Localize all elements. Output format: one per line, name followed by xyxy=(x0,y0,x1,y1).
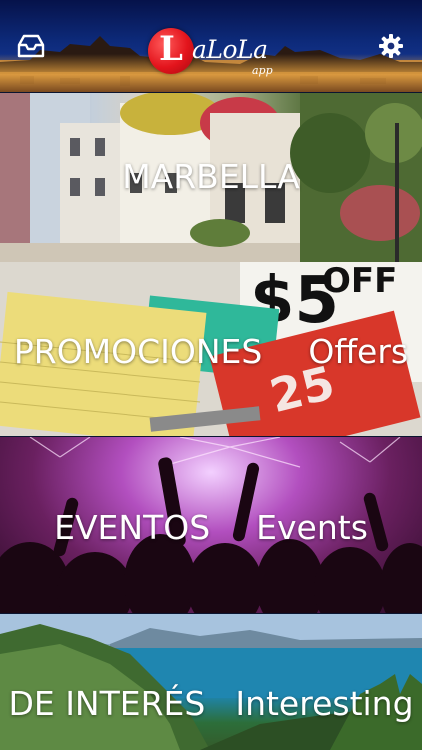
category-eventos[interactable]: EVENTOS Events xyxy=(0,437,422,613)
mail-tray-icon[interactable] xyxy=(16,33,46,59)
category-label: MARBELLA xyxy=(0,151,422,201)
category-title-es: DE INTERÉS xyxy=(8,683,206,723)
category-label: EVENTOS Events xyxy=(0,502,422,552)
category-title-es: EVENTOS xyxy=(54,507,211,547)
lalola-logo: L aLoLa app xyxy=(148,28,278,80)
gear-icon[interactable] xyxy=(378,33,404,59)
category-label: DE INTERÉS Interesting xyxy=(0,678,422,728)
logo-disc: L xyxy=(148,28,194,74)
logo-word: aLoLa xyxy=(192,35,268,64)
category-title-en: Offers xyxy=(308,331,409,371)
category-title-en: Interesting xyxy=(235,683,414,723)
category-marbella[interactable]: MARBELLA xyxy=(0,93,422,262)
category-title-en: Events xyxy=(256,507,368,547)
logo-letter: L xyxy=(159,29,183,69)
category-label: PROMOCIONES Offers xyxy=(0,326,422,376)
logo-sub: app xyxy=(252,64,273,77)
category-de-interes[interactable]: DE INTERÉS Interesting xyxy=(0,614,422,750)
category-title-es: MARBELLA xyxy=(122,156,300,196)
svg-text:OFF: OFF xyxy=(322,262,397,301)
category-promociones[interactable]: $5 OFF save 25 PROMOCIONES Offers xyxy=(0,262,422,436)
category-title-es: PROMOCIONES xyxy=(13,331,263,371)
app-header: L aLoLa app xyxy=(0,0,422,92)
